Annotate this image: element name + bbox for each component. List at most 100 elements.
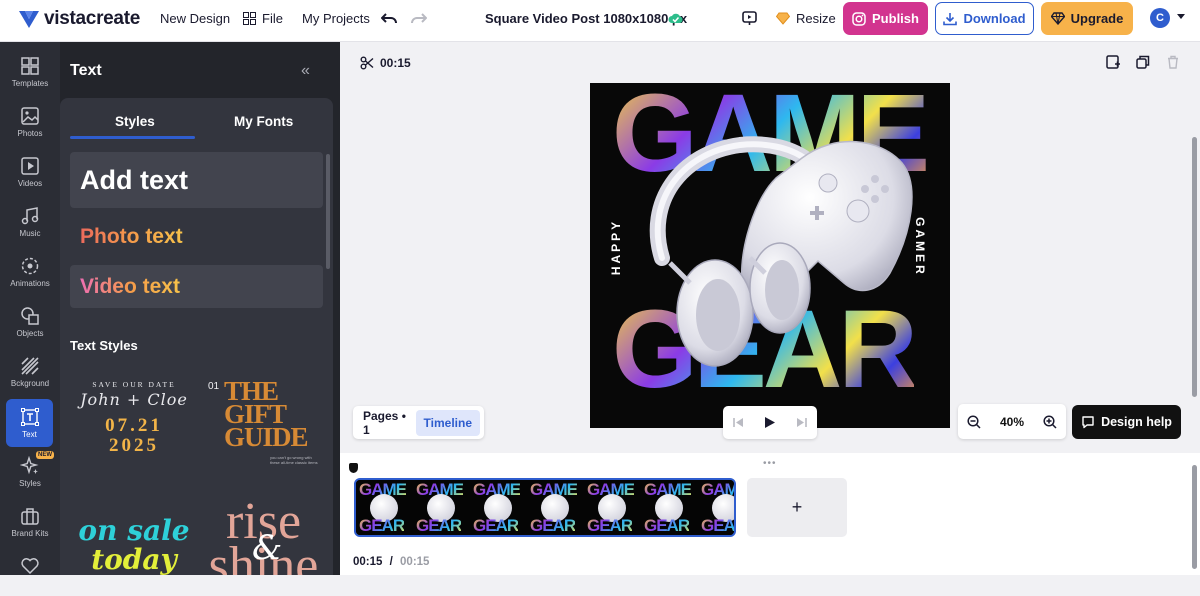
text-style-save-the-date[interactable]: SAVE OUR DATE John + Cloe 07.21 2025	[74, 380, 194, 465]
rail-item-brand-kits[interactable]: Brand Kits	[0, 498, 60, 546]
new-design-button[interactable]: New Design	[160, 11, 230, 26]
page-duration[interactable]: 00:15	[360, 56, 411, 70]
play-icon[interactable]	[764, 416, 776, 429]
rail-label: Animations	[10, 279, 50, 288]
resize-button[interactable]: Resize	[776, 11, 836, 26]
file-menu-button[interactable]: File	[243, 11, 283, 26]
text-style-rise-shine[interactable]: rise & shine	[206, 496, 321, 576]
clip-frame: GAMEGEAR	[470, 480, 527, 535]
upgrade-button[interactable]: Upgrade	[1041, 2, 1133, 35]
collapse-panel-icon[interactable]: «	[301, 62, 310, 80]
style-line: 01	[208, 381, 220, 392]
instagram-icon	[852, 11, 866, 26]
rail-item-music[interactable]: Music	[0, 198, 60, 246]
rail-item-text[interactable]: Text	[6, 399, 53, 447]
workarea-scrollbar[interactable]	[1192, 137, 1197, 397]
zoom-level[interactable]: 40%	[1000, 415, 1024, 429]
account-chevron-down-icon[interactable]	[1177, 14, 1185, 19]
new-badge: NEW	[36, 451, 54, 459]
heart-icon	[21, 558, 39, 575]
trash-icon[interactable]	[1166, 55, 1180, 69]
design-artboard[interactable]: GAME GEAR HAPPY GAMER	[590, 83, 950, 428]
rail-label: Styles	[19, 479, 41, 488]
rail-item-styles[interactable]: NEW Styles	[0, 448, 60, 496]
design-help-label: Design help	[1101, 415, 1172, 429]
rail-label: Templates	[11, 79, 49, 88]
rail-item-videos[interactable]: Videos	[0, 148, 60, 196]
rail-label: Music	[19, 229, 41, 238]
text-styles-heading: Text Styles	[70, 338, 138, 353]
styles-icon	[20, 456, 39, 475]
clip-frame-word-bottom: GEAR	[701, 516, 734, 535]
videos-icon	[21, 157, 39, 175]
text-icon	[20, 408, 39, 426]
cloud-saved-icon	[668, 13, 683, 23]
zoom-in-icon[interactable]	[1043, 414, 1057, 429]
rail-item-favorites[interactable]	[0, 548, 60, 596]
rail-label: Objects	[16, 329, 44, 338]
my-projects-button[interactable]: My Projects	[302, 11, 370, 26]
clip-frame: GAMEGEAR	[527, 480, 584, 535]
style-line: John + Cloe	[80, 390, 188, 409]
timeline-resize-handle[interactable]: •••	[763, 458, 777, 469]
photo-text-label: Photo text	[80, 224, 183, 248]
user-avatar[interactable]: C	[1150, 8, 1170, 28]
add-clip-button[interactable]: +	[747, 478, 847, 537]
timeline-button[interactable]: Timeline	[415, 409, 480, 436]
templates-icon	[21, 57, 39, 75]
panel-title: Text	[70, 62, 102, 79]
rail-label: Brand Kits	[11, 529, 49, 538]
publish-label: Publish	[872, 11, 919, 26]
undo-icon[interactable]	[381, 13, 398, 25]
rail-item-templates[interactable]: Templates	[0, 48, 60, 96]
total-time: 00:15	[400, 556, 430, 568]
skip-forward-icon[interactable]	[796, 417, 807, 428]
tab-styles[interactable]: Styles	[115, 114, 155, 129]
style-line: you can't go wrong with these all-time c…	[270, 455, 318, 465]
duplicate-icon[interactable]	[1136, 55, 1150, 69]
add-text-button[interactable]: Add text	[70, 152, 323, 208]
present-icon[interactable]	[742, 11, 757, 26]
rail-item-animations[interactable]: Animations	[0, 248, 60, 296]
rail-item-background[interactable]: Bckground	[0, 348, 60, 396]
add-page-icon[interactable]	[1106, 55, 1120, 69]
panel-scrollbar[interactable]	[326, 154, 330, 269]
design-help-button[interactable]: Design help	[1072, 405, 1181, 439]
photos-icon	[21, 107, 39, 125]
clip-frame-word-bottom: GEAR	[644, 516, 690, 535]
rail-item-objects[interactable]: Objects	[0, 298, 60, 346]
video-clip[interactable]: GAME GEAR GAME GEAR GAME GEAR GAME GEAR GAME GEAR…	[354, 478, 736, 537]
file-label: File	[262, 11, 283, 26]
pages-button[interactable]: Pages • 1	[357, 409, 416, 437]
clip-frame: GAMEGEAR	[584, 480, 641, 535]
text-style-on-sale[interactable]: on sale today	[74, 516, 194, 575]
logo[interactable]: vistacreate	[18, 8, 140, 30]
clip-frame: GAMEGEAR	[698, 480, 734, 535]
publish-button[interactable]: Publish	[843, 2, 928, 35]
document-title[interactable]: Square Video Post 1080x1080 px	[485, 11, 687, 26]
tab-my-fonts[interactable]: My Fonts	[234, 114, 293, 129]
background-icon	[21, 357, 39, 375]
timeline-playhead[interactable]	[349, 463, 358, 473]
left-rail: Templates Photos Videos Music Animations…	[0, 42, 60, 575]
zoom-out-icon[interactable]	[967, 414, 981, 429]
rail-item-photos[interactable]: Photos	[0, 98, 60, 146]
rail-label: Bckground	[10, 379, 50, 388]
timeline-scrollbar[interactable]	[1192, 465, 1197, 569]
redo-icon[interactable]	[410, 13, 427, 25]
objects-icon	[21, 307, 39, 325]
clip-frame: GAMEGEAR	[641, 480, 698, 535]
headset-controller-illustration	[649, 136, 913, 367]
duration-label: 00:15	[380, 56, 411, 70]
canvas-workarea: 00:15 GAME GEAR HAPPY GAMER Pages • 1 Ti…	[340, 42, 1200, 453]
skip-back-icon[interactable]	[733, 417, 744, 428]
my-projects-label: My Projects	[302, 11, 370, 26]
time-separator: /	[389, 556, 393, 568]
diamond-icon	[776, 12, 790, 25]
clip-frame-word-bottom: GEAR	[416, 516, 462, 535]
video-text-button[interactable]: Video text	[70, 265, 323, 308]
text-style-gift-guide[interactable]: 01 THE GIFT GUIDE you can't go wrong wit…	[206, 377, 321, 472]
download-button[interactable]: Download	[935, 2, 1034, 35]
photo-text-button[interactable]: Photo text	[70, 215, 323, 258]
style-line: today	[91, 543, 177, 575]
